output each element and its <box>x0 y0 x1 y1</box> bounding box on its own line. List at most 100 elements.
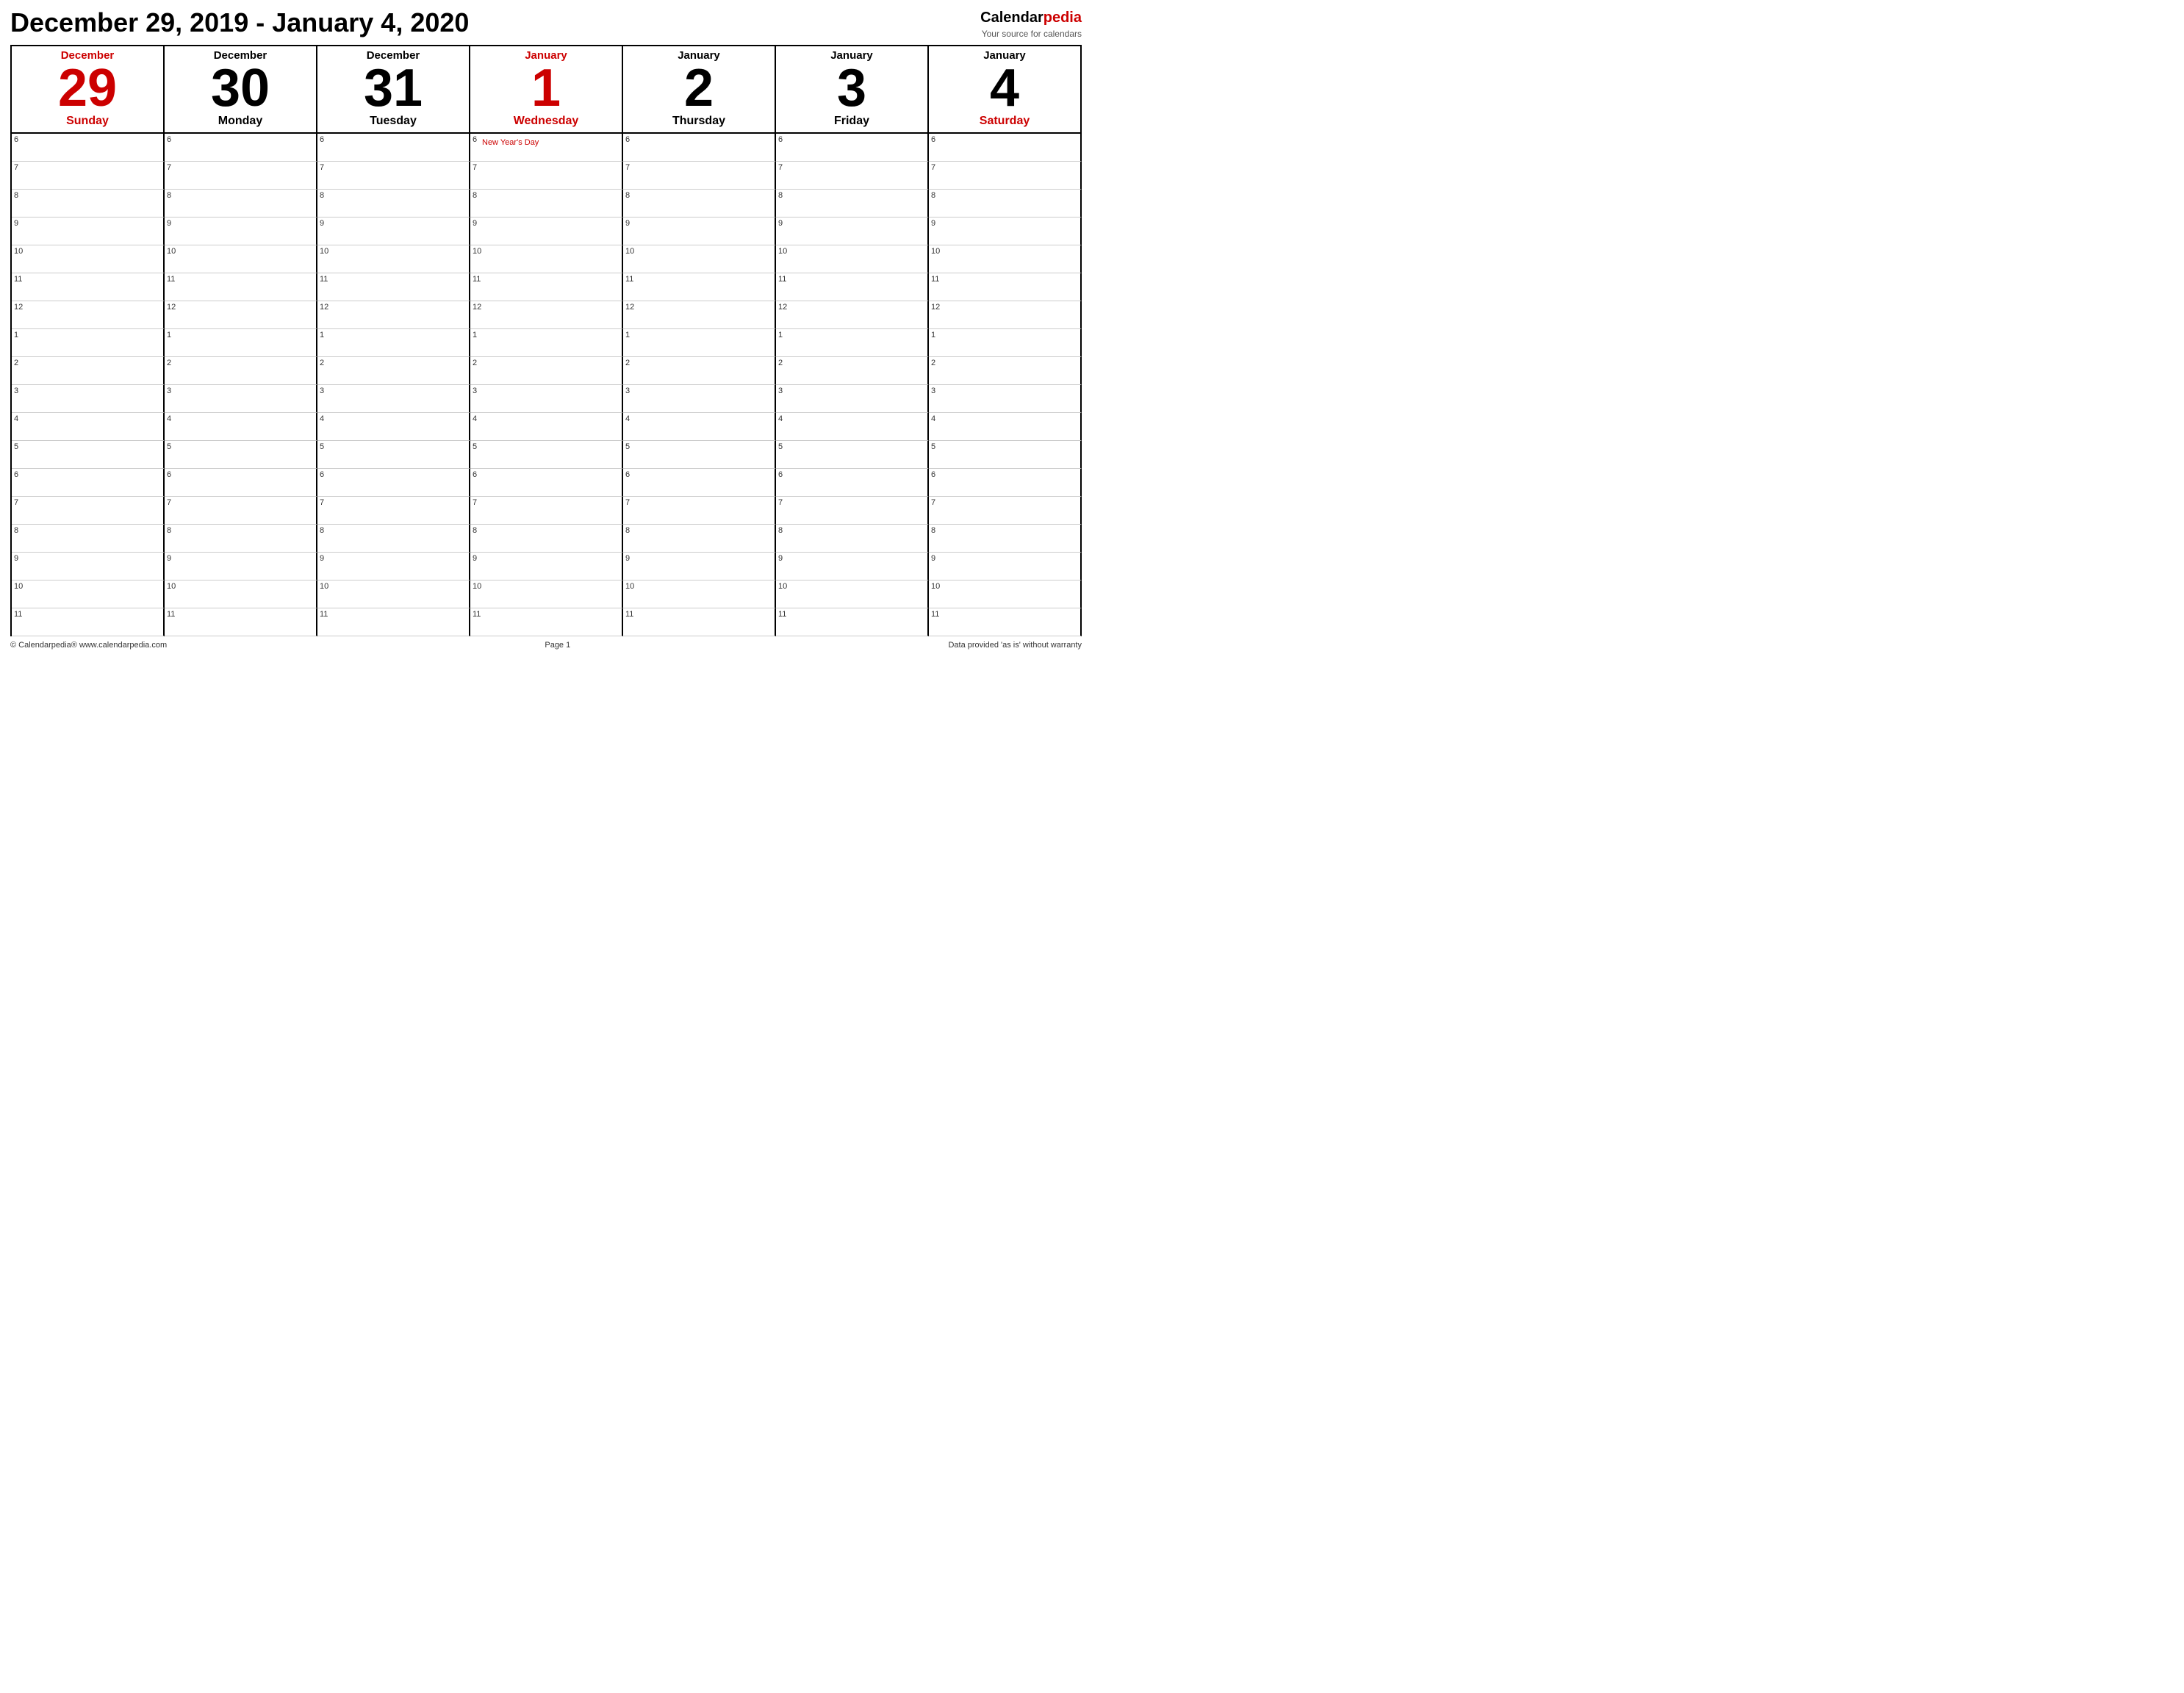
time-cell-7-4[interactable]: 1 <box>623 329 776 357</box>
time-cell-11-4[interactable]: 5 <box>623 441 776 469</box>
time-cell-2-1[interactable]: 8 <box>165 190 317 218</box>
time-cell-6-0[interactable]: 12 <box>12 301 165 329</box>
time-cell-3-0[interactable]: 9 <box>12 218 165 245</box>
time-cell-0-6[interactable]: 6 <box>929 134 1082 162</box>
time-cell-13-2[interactable]: 7 <box>317 497 470 525</box>
time-cell-17-6[interactable]: 11 <box>929 608 1082 636</box>
time-cell-17-4[interactable]: 11 <box>623 608 776 636</box>
time-cell-17-2[interactable]: 11 <box>317 608 470 636</box>
time-cell-2-2[interactable]: 8 <box>317 190 470 218</box>
time-cell-0-3[interactable]: 6New Year's Day <box>470 134 623 162</box>
time-cell-4-4[interactable]: 10 <box>623 245 776 273</box>
time-cell-7-3[interactable]: 1 <box>470 329 623 357</box>
time-cell-9-3[interactable]: 3 <box>470 385 623 413</box>
time-cell-15-5[interactable]: 9 <box>776 553 929 580</box>
time-cell-0-1[interactable]: 6 <box>165 134 317 162</box>
time-cell-4-5[interactable]: 10 <box>776 245 929 273</box>
time-cell-17-0[interactable]: 11 <box>12 608 165 636</box>
time-cell-9-1[interactable]: 3 <box>165 385 317 413</box>
time-cell-8-1[interactable]: 2 <box>165 357 317 385</box>
time-cell-6-4[interactable]: 12 <box>623 301 776 329</box>
time-cell-16-4[interactable]: 10 <box>623 580 776 608</box>
time-cell-1-0[interactable]: 7 <box>12 162 165 190</box>
time-cell-2-6[interactable]: 8 <box>929 190 1082 218</box>
time-cell-16-6[interactable]: 10 <box>929 580 1082 608</box>
time-cell-15-3[interactable]: 9 <box>470 553 623 580</box>
time-cell-13-6[interactable]: 7 <box>929 497 1082 525</box>
time-cell-5-4[interactable]: 11 <box>623 273 776 301</box>
time-cell-13-0[interactable]: 7 <box>12 497 165 525</box>
time-cell-10-0[interactable]: 4 <box>12 413 165 441</box>
time-cell-8-0[interactable]: 2 <box>12 357 165 385</box>
time-cell-17-5[interactable]: 11 <box>776 608 929 636</box>
time-cell-10-5[interactable]: 4 <box>776 413 929 441</box>
time-cell-14-3[interactable]: 8 <box>470 525 623 553</box>
time-cell-16-3[interactable]: 10 <box>470 580 623 608</box>
time-cell-17-1[interactable]: 11 <box>165 608 317 636</box>
time-cell-13-1[interactable]: 7 <box>165 497 317 525</box>
time-cell-5-0[interactable]: 11 <box>12 273 165 301</box>
time-cell-9-5[interactable]: 3 <box>776 385 929 413</box>
time-cell-4-6[interactable]: 10 <box>929 245 1082 273</box>
time-cell-5-1[interactable]: 11 <box>165 273 317 301</box>
time-cell-14-6[interactable]: 8 <box>929 525 1082 553</box>
time-cell-6-3[interactable]: 12 <box>470 301 623 329</box>
time-cell-0-5[interactable]: 6 <box>776 134 929 162</box>
time-cell-8-3[interactable]: 2 <box>470 357 623 385</box>
time-cell-4-0[interactable]: 10 <box>12 245 165 273</box>
time-cell-16-2[interactable]: 10 <box>317 580 470 608</box>
time-cell-4-2[interactable]: 10 <box>317 245 470 273</box>
time-cell-2-5[interactable]: 8 <box>776 190 929 218</box>
time-cell-1-6[interactable]: 7 <box>929 162 1082 190</box>
time-cell-16-1[interactable]: 10 <box>165 580 317 608</box>
time-cell-3-3[interactable]: 9 <box>470 218 623 245</box>
time-cell-12-1[interactable]: 6 <box>165 469 317 497</box>
time-cell-15-4[interactable]: 9 <box>623 553 776 580</box>
time-cell-11-2[interactable]: 5 <box>317 441 470 469</box>
time-cell-8-2[interactable]: 2 <box>317 357 470 385</box>
time-cell-7-1[interactable]: 1 <box>165 329 317 357</box>
time-cell-3-2[interactable]: 9 <box>317 218 470 245</box>
time-cell-15-1[interactable]: 9 <box>165 553 317 580</box>
time-cell-12-6[interactable]: 6 <box>929 469 1082 497</box>
time-cell-12-4[interactable]: 6 <box>623 469 776 497</box>
time-cell-12-2[interactable]: 6 <box>317 469 470 497</box>
time-cell-14-1[interactable]: 8 <box>165 525 317 553</box>
time-cell-8-5[interactable]: 2 <box>776 357 929 385</box>
time-cell-10-2[interactable]: 4 <box>317 413 470 441</box>
time-cell-8-6[interactable]: 2 <box>929 357 1082 385</box>
time-cell-1-2[interactable]: 7 <box>317 162 470 190</box>
time-cell-2-0[interactable]: 8 <box>12 190 165 218</box>
time-cell-15-0[interactable]: 9 <box>12 553 165 580</box>
time-cell-9-2[interactable]: 3 <box>317 385 470 413</box>
time-cell-5-2[interactable]: 11 <box>317 273 470 301</box>
time-cell-9-6[interactable]: 3 <box>929 385 1082 413</box>
time-cell-11-5[interactable]: 5 <box>776 441 929 469</box>
time-cell-10-1[interactable]: 4 <box>165 413 317 441</box>
time-cell-6-5[interactable]: 12 <box>776 301 929 329</box>
time-cell-3-6[interactable]: 9 <box>929 218 1082 245</box>
time-cell-7-0[interactable]: 1 <box>12 329 165 357</box>
time-cell-2-3[interactable]: 8 <box>470 190 623 218</box>
time-cell-1-1[interactable]: 7 <box>165 162 317 190</box>
time-cell-8-4[interactable]: 2 <box>623 357 776 385</box>
time-cell-4-1[interactable]: 10 <box>165 245 317 273</box>
time-cell-16-5[interactable]: 10 <box>776 580 929 608</box>
time-cell-11-0[interactable]: 5 <box>12 441 165 469</box>
time-cell-14-2[interactable]: 8 <box>317 525 470 553</box>
time-cell-11-6[interactable]: 5 <box>929 441 1082 469</box>
time-cell-13-3[interactable]: 7 <box>470 497 623 525</box>
time-cell-9-4[interactable]: 3 <box>623 385 776 413</box>
time-cell-0-0[interactable]: 6 <box>12 134 165 162</box>
time-cell-11-1[interactable]: 5 <box>165 441 317 469</box>
time-cell-3-1[interactable]: 9 <box>165 218 317 245</box>
time-cell-0-4[interactable]: 6 <box>623 134 776 162</box>
time-cell-14-0[interactable]: 8 <box>12 525 165 553</box>
time-cell-0-2[interactable]: 6 <box>317 134 470 162</box>
time-cell-11-3[interactable]: 5 <box>470 441 623 469</box>
time-cell-3-4[interactable]: 9 <box>623 218 776 245</box>
time-cell-12-5[interactable]: 6 <box>776 469 929 497</box>
time-cell-7-2[interactable]: 1 <box>317 329 470 357</box>
time-cell-14-5[interactable]: 8 <box>776 525 929 553</box>
time-cell-7-5[interactable]: 1 <box>776 329 929 357</box>
